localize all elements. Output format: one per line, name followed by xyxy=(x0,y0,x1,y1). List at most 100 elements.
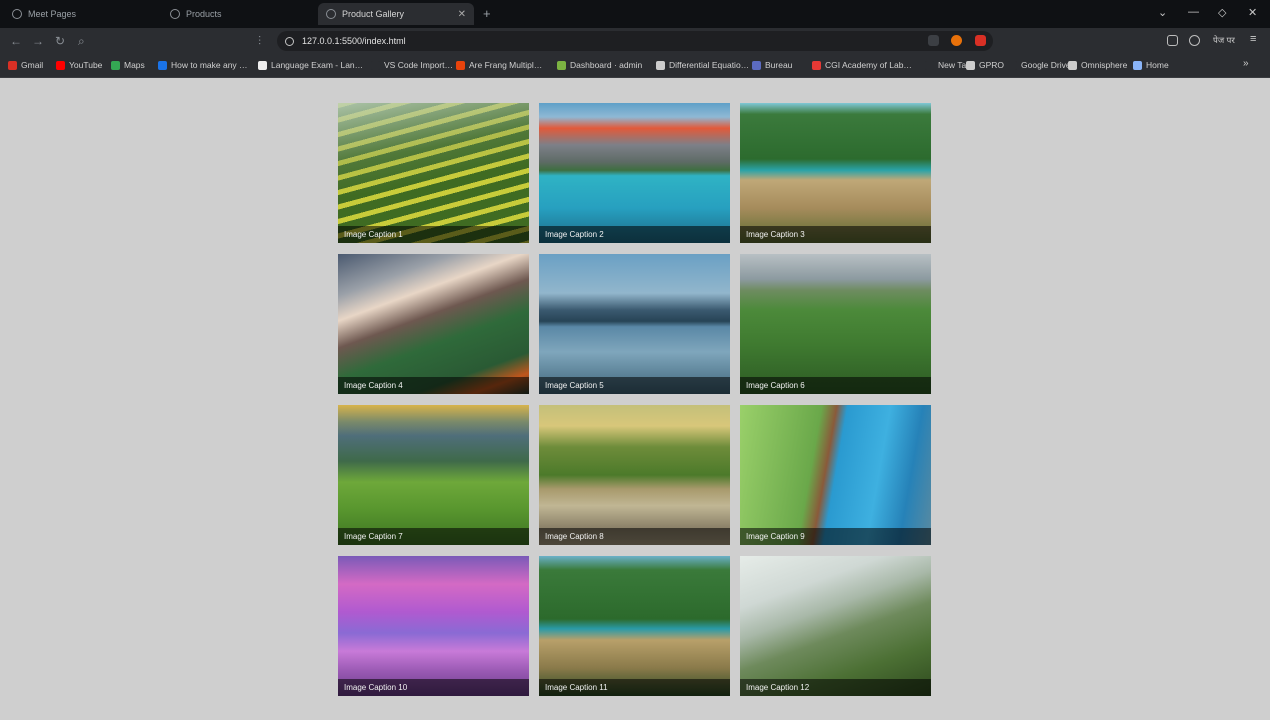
bookmark-item[interactable]: Maps xyxy=(111,60,145,70)
bookmark-item[interactable]: How to make any … xyxy=(158,60,248,70)
bookmark-favicon-icon xyxy=(456,60,465,70)
image-caption: Image Caption 6 xyxy=(740,377,931,394)
image-caption: Image Caption 2 xyxy=(539,226,730,243)
bookmark-favicon-icon xyxy=(8,60,17,70)
image-caption: Image Caption 4 xyxy=(338,377,529,394)
bookmark-item[interactable]: Home xyxy=(1133,60,1169,70)
bookmark-favicon-icon xyxy=(1008,60,1017,70)
bookmark-item[interactable]: Gmail xyxy=(8,60,43,70)
image-caption: Image Caption 5 xyxy=(539,377,730,394)
bookmark-label: Google Drive xyxy=(1021,60,1071,70)
bookmark-favicon-icon xyxy=(656,60,665,70)
profile-label[interactable]: पेज पर xyxy=(1213,35,1235,46)
address-url: 127.0.0.1:5500/index.html xyxy=(302,36,406,46)
bookmark-favicon-icon xyxy=(1133,60,1142,70)
gallery-image xyxy=(740,103,931,243)
bookmark-label: CGI Academy of Lab… xyxy=(825,60,912,70)
tab-products[interactable]: Products xyxy=(162,3,312,25)
tab-meet-pages[interactable]: Meet Pages xyxy=(4,3,154,25)
gallery-image xyxy=(338,556,529,696)
wallet-icon[interactable] xyxy=(1189,35,1200,46)
gallery-card[interactable]: Image Caption 10 xyxy=(338,556,529,696)
bookmark-favicon-icon xyxy=(158,60,167,70)
bookmark-label: Language Exam - Lan… xyxy=(271,60,364,70)
image-caption: Image Caption 7 xyxy=(338,528,529,545)
menu-icon[interactable]: ≡ xyxy=(1250,33,1256,45)
gallery-card[interactable]: Image Caption 1 xyxy=(338,103,529,243)
brave-icon[interactable] xyxy=(951,35,962,46)
share-icon[interactable] xyxy=(928,35,939,46)
new-tab-button[interactable]: + xyxy=(483,6,491,21)
bookmark-favicon-icon xyxy=(752,60,761,70)
bookmark-label: YouTube xyxy=(69,60,103,70)
address-bar[interactable]: 127.0.0.1:5500/index.html xyxy=(277,31,993,51)
gallery-card[interactable]: Image Caption 7 xyxy=(338,405,529,545)
reload-button[interactable]: ↻ xyxy=(55,34,65,48)
bookmark-label: GPRO xyxy=(979,60,1005,70)
gallery-card[interactable]: Image Caption 3 xyxy=(740,103,931,243)
gallery-image xyxy=(740,556,931,696)
bookmark-item[interactable]: Google Drive xyxy=(1008,60,1071,70)
extension-icon[interactable] xyxy=(975,35,986,46)
gallery-image xyxy=(338,405,529,545)
close-window-button[interactable]: ✕ xyxy=(1248,6,1257,19)
bookmark-favicon-icon xyxy=(966,60,975,70)
globe-icon xyxy=(326,9,336,19)
bookmark-favicon-icon xyxy=(258,60,267,70)
minimize-button[interactable]: — xyxy=(1188,6,1199,18)
bookmark-item[interactable]: Omnisphere xyxy=(1068,60,1127,70)
bookmark-item[interactable]: New Tab xyxy=(925,60,971,70)
chevron-down-icon[interactable]: ⌄ xyxy=(1158,6,1167,19)
gallery-card[interactable]: Image Caption 2 xyxy=(539,103,730,243)
bookmark-label: Maps xyxy=(124,60,145,70)
tab-label: Product Gallery xyxy=(342,9,405,19)
gallery-image xyxy=(539,254,730,394)
bookmark-item[interactable]: Language Exam - Lan… xyxy=(258,60,363,70)
image-gallery: Image Caption 1 Image Caption 2 Image Capt… xyxy=(338,103,932,696)
bookmark-label: VS Code Import… xyxy=(384,60,453,70)
tab-strip: Meet Pages Products Product Gallery ✕ + … xyxy=(0,0,1270,28)
gallery-card[interactable]: Image Caption 6 xyxy=(740,254,931,394)
close-icon[interactable]: ✕ xyxy=(458,9,466,20)
image-caption: Image Caption 10 xyxy=(338,679,529,696)
bookmark-item[interactable]: Are Frang Multipl… xyxy=(456,60,542,70)
bookmark-item[interactable]: Dashboard · admin xyxy=(557,60,642,70)
bookmark-label: Omnisphere xyxy=(1081,60,1128,70)
more-bookmarks-icon[interactable]: » xyxy=(1243,58,1249,69)
gallery-card[interactable]: Image Caption 5 xyxy=(539,254,730,394)
bookmark-label: Are Frang Multipl… xyxy=(469,60,543,70)
gallery-card[interactable]: Image Caption 8 xyxy=(539,405,730,545)
sidebar-toggle-icon[interactable]: ⫶ xyxy=(258,34,261,49)
bookmark-item[interactable]: GPRO xyxy=(966,60,1004,70)
bookmark-favicon-icon xyxy=(371,60,380,70)
forward-button[interactable]: → xyxy=(32,34,44,48)
bookmark-label: How to make any … xyxy=(171,60,248,70)
globe-icon xyxy=(12,9,22,19)
gallery-card[interactable]: Image Caption 11 xyxy=(539,556,730,696)
search-icon[interactable]: ⌕ xyxy=(78,34,85,49)
bookmark-favicon-icon xyxy=(557,60,566,70)
image-caption: Image Caption 8 xyxy=(539,528,730,545)
bookmark-item[interactable]: Differential Equatio… xyxy=(656,60,749,70)
tab-label: Meet Pages xyxy=(28,9,77,19)
maximize-button[interactable]: ◇ xyxy=(1218,6,1226,19)
bookmark-item[interactable]: YouTube xyxy=(56,60,102,70)
bookmark-item[interactable]: CGI Academy of Lab… xyxy=(812,60,912,70)
image-caption: Image Caption 3 xyxy=(740,226,931,243)
back-button[interactable]: ← xyxy=(10,34,22,48)
gallery-card[interactable]: Image Caption 12 xyxy=(740,556,931,696)
bookmark-favicon-icon xyxy=(111,60,120,70)
gallery-card[interactable]: Image Caption 9 xyxy=(740,405,931,545)
bookmark-label: Home xyxy=(1146,60,1169,70)
image-caption: Image Caption 1 xyxy=(338,226,529,243)
bookmark-item[interactable]: Bureau xyxy=(752,60,792,70)
sidebar-icon[interactable] xyxy=(1167,35,1178,46)
bookmark-label: Differential Equatio… xyxy=(669,60,750,70)
gallery-card[interactable]: Image Caption 4 xyxy=(338,254,529,394)
gallery-image xyxy=(539,405,730,545)
bookmark-item[interactable]: VS Code Import… xyxy=(371,60,453,70)
gallery-image xyxy=(740,254,931,394)
site-info-icon[interactable] xyxy=(285,36,294,46)
bookmark-favicon-icon xyxy=(812,60,821,70)
tab-product-gallery[interactable]: Product Gallery ✕ xyxy=(318,3,474,25)
